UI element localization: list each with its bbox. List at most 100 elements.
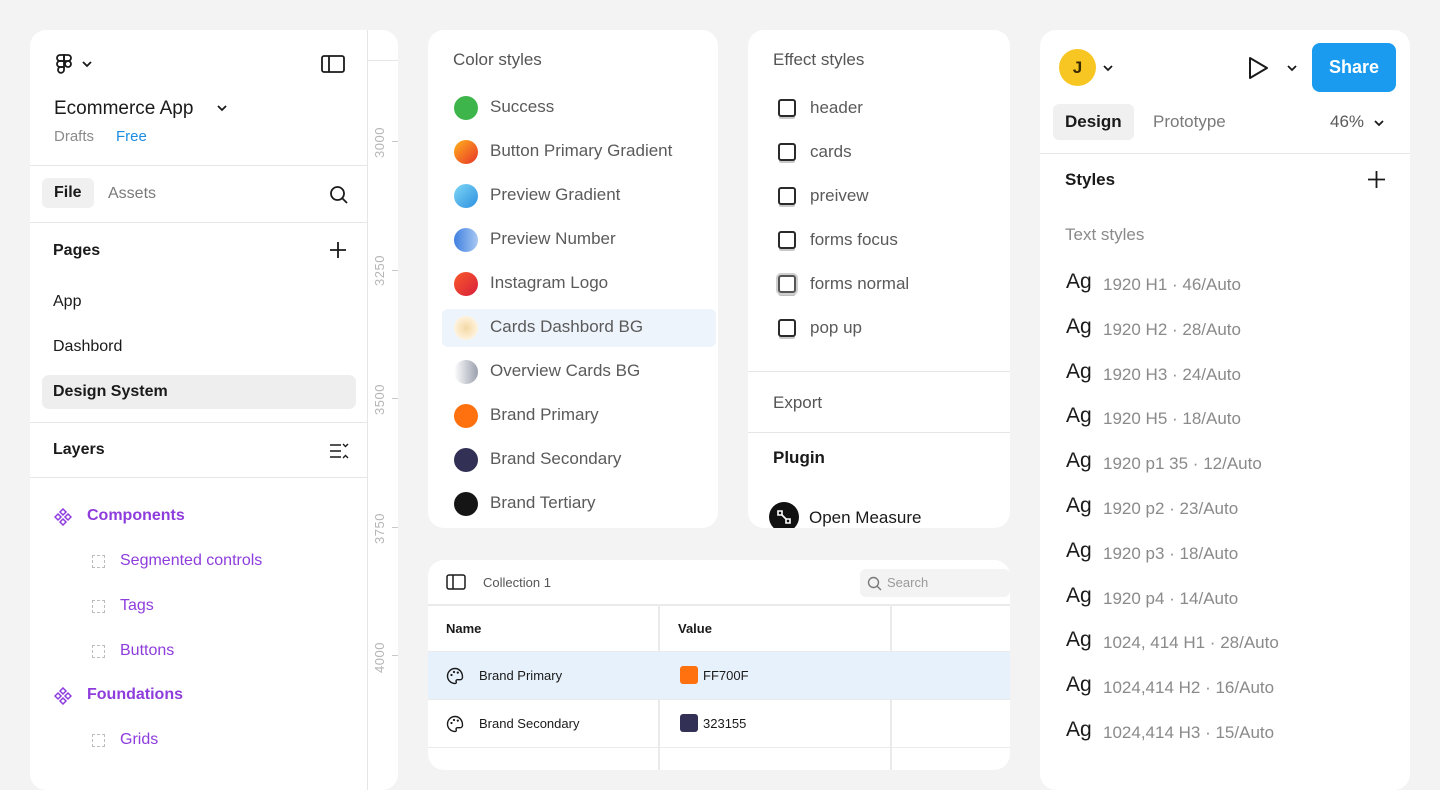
present-play-icon[interactable] (1246, 55, 1270, 81)
color-style-label: Instagram Logo (490, 273, 609, 292)
drafts-location[interactable]: Drafts (54, 128, 94, 145)
layers-collapse-icon[interactable] (329, 442, 349, 460)
ruler-label: 3500 (372, 384, 387, 415)
effect-style-icon (778, 187, 796, 205)
variables-collection-panel: Collection 1 Search Name Value Brand Pri… (428, 560, 1010, 770)
color-style-item[interactable]: Brand Primary (442, 397, 716, 435)
text-style-preview: Ag (1066, 359, 1092, 383)
design-panel: J Share Design Prototype 46% Styles Text… (1040, 30, 1410, 790)
variable-name: Brand Primary (479, 668, 563, 683)
text-style-item[interactable]: 1920 H1 · 46/Auto (1103, 275, 1241, 295)
color-style-item[interactable]: Instagram Logo (442, 265, 716, 303)
text-style-item[interactable]: 1024, 414 H1 · 28/Auto (1103, 633, 1279, 653)
effect-style-item[interactable]: forms focus (810, 230, 898, 250)
zoom-level[interactable]: 46% (1330, 112, 1364, 132)
collection-title[interactable]: Collection 1 (483, 575, 551, 590)
ruler-label: 3000 (372, 127, 387, 158)
column-header-name: Name (446, 621, 482, 636)
text-style-item[interactable]: 1920 p4 · 14/Auto (1103, 589, 1238, 609)
color-swatch (454, 96, 478, 120)
project-title[interactable]: Ecommerce App (54, 98, 193, 120)
color-style-item[interactable]: Cards Dashbord BG (442, 309, 716, 347)
add-style-icon[interactable] (1367, 170, 1386, 189)
text-style-item[interactable]: 1024,414 H3 · 15/Auto (1103, 723, 1274, 743)
divider (30, 477, 368, 478)
text-style-item[interactable]: 1920 p2 · 23/Auto (1103, 499, 1238, 519)
layer-grids[interactable]: Grids (120, 731, 158, 749)
avatar[interactable]: J (1059, 49, 1096, 86)
color-swatch (454, 184, 478, 208)
color-style-label: Overview Cards BG (490, 361, 641, 380)
page-item-design-system[interactable]: Design System (42, 375, 356, 409)
export-section[interactable]: Export (773, 393, 822, 413)
color-style-item[interactable]: Button Primary Gradient (442, 133, 716, 171)
color-style-item[interactable]: Success (442, 89, 716, 127)
chevron-down-icon[interactable] (1373, 117, 1385, 129)
search-placeholder: Search (887, 575, 929, 590)
effect-style-icon (778, 231, 796, 249)
search-icon (867, 576, 882, 591)
plugin-open-measure[interactable]: Open Measure (809, 508, 921, 528)
tab-file[interactable]: File (42, 178, 94, 208)
layer-segmented-controls[interactable]: Segmented controls (120, 552, 262, 570)
variable-name: Brand Secondary (479, 716, 580, 731)
text-style-preview: Ag (1066, 314, 1092, 338)
variable-value[interactable]: FF700F (703, 668, 749, 683)
effect-style-icon (778, 143, 796, 161)
color-style-label: Preview Gradient (490, 185, 621, 204)
page-item-app[interactable]: App (42, 285, 356, 319)
effect-style-icon (778, 319, 796, 337)
variable-value[interactable]: 323155 (703, 716, 746, 731)
ruler-label: 3250 (372, 255, 387, 286)
layer-components[interactable]: Components (87, 507, 185, 525)
color-swatch (454, 140, 478, 164)
effect-style-item[interactable]: cards (810, 142, 852, 162)
layer-buttons[interactable]: Buttons (120, 642, 174, 660)
color-swatch (454, 272, 478, 296)
figma-logo-icon (56, 54, 92, 74)
color-swatch[interactable] (680, 714, 698, 732)
effect-style-item[interactable]: pop up (810, 318, 862, 338)
color-style-item[interactable]: Brand Secondary (442, 441, 716, 479)
chevron-down-icon[interactable] (216, 102, 228, 114)
sidebar-toggle-icon[interactable] (446, 574, 466, 590)
color-style-item[interactable]: Brand Tertiary (442, 485, 716, 523)
chevron-down-icon[interactable] (1102, 62, 1114, 74)
text-style-item[interactable]: 1920 p1 35 · 12/Auto (1103, 454, 1262, 474)
chevron-down-icon[interactable] (1286, 62, 1298, 74)
color-variable-icon (446, 667, 464, 685)
toggle-sidebar-icon[interactable] (321, 54, 345, 74)
share-button[interactable]: Share (1312, 43, 1396, 92)
color-style-item[interactable]: Preview Gradient (442, 177, 716, 215)
color-style-item[interactable]: Overview Cards BG (442, 353, 716, 391)
color-swatch[interactable] (680, 666, 698, 684)
table-row[interactable]: Brand Secondary 323155 (428, 700, 1010, 747)
effect-styles-panel: Effect styles header cards preivew forms fo… (748, 30, 1010, 528)
tab-design[interactable]: Design (1053, 104, 1134, 140)
tab-assets[interactable]: Assets (108, 185, 156, 203)
effect-style-item[interactable]: header (810, 98, 863, 118)
search-input[interactable]: Search (860, 569, 1010, 597)
color-swatch (454, 316, 478, 340)
vertical-ruler: 3000 3250 3500 3750 4000 (368, 30, 398, 790)
effect-style-item[interactable]: preivew (810, 186, 869, 206)
page-item-dashbord[interactable]: Dashbord (42, 330, 356, 364)
effect-style-icon (778, 99, 796, 117)
color-style-label: Cards Dashbord BG (490, 317, 644, 336)
frame-icon (92, 645, 105, 658)
text-style-item[interactable]: 1920 H5 · 18/Auto (1103, 409, 1241, 429)
text-style-item[interactable]: 1920 H3 · 24/Auto (1103, 365, 1241, 385)
effect-style-item[interactable]: forms normal (810, 274, 909, 294)
layer-tags[interactable]: Tags (120, 597, 154, 615)
text-style-item[interactable]: 1920 p3 · 18/Auto (1103, 544, 1238, 564)
search-icon[interactable] (329, 185, 349, 205)
add-page-icon[interactable] (329, 241, 347, 259)
color-style-item[interactable]: Preview Number (442, 221, 716, 259)
main-menu-button[interactable] (54, 52, 104, 78)
text-style-item[interactable]: 1024,414 H2 · 16/Auto (1103, 678, 1274, 698)
layer-foundations[interactable]: Foundations (87, 686, 183, 704)
text-style-item[interactable]: 1920 H2 · 28/Auto (1103, 320, 1241, 340)
table-row[interactable]: Brand Primary FF700F (428, 652, 1010, 699)
tab-prototype[interactable]: Prototype (1153, 112, 1226, 132)
layers-title: Layers (53, 441, 105, 458)
